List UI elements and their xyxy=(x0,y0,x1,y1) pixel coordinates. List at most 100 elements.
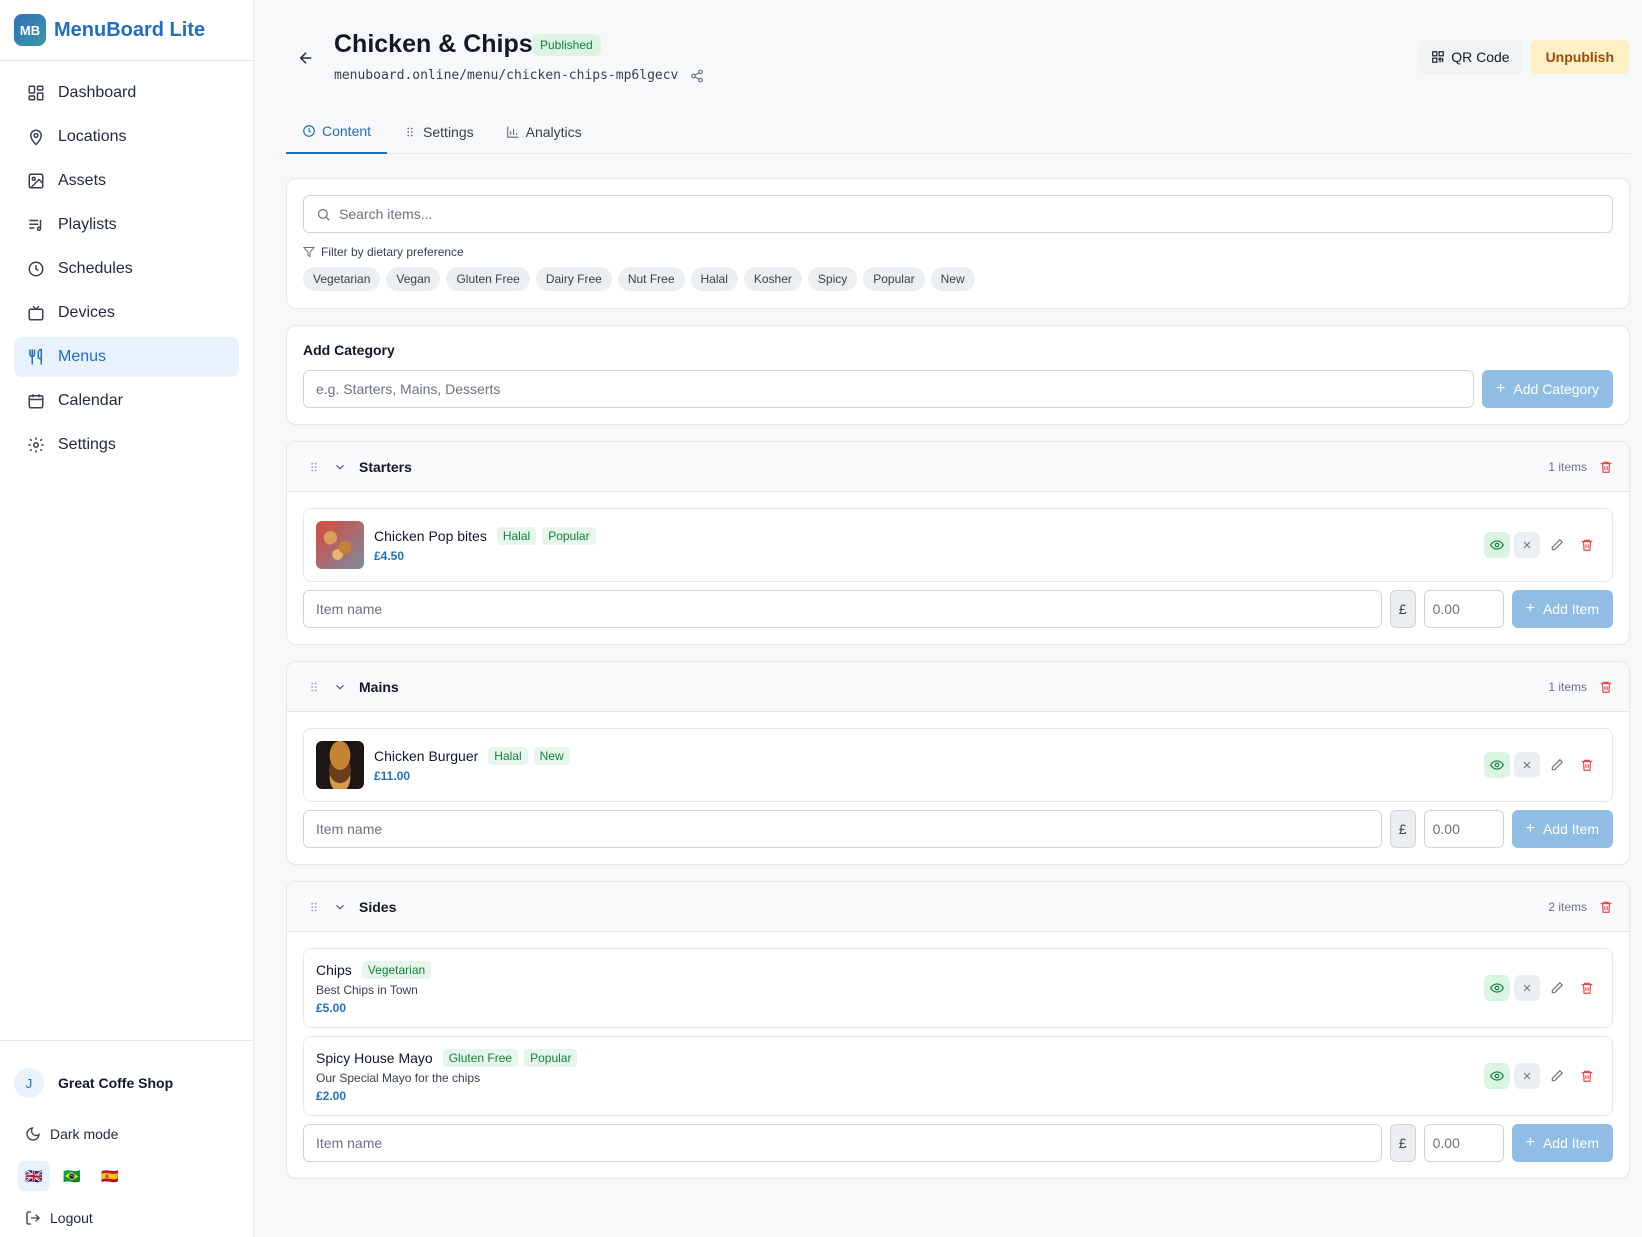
category-mains: Mains 1 items Chicken Burguer Halal New … xyxy=(286,661,1630,865)
logout-button[interactable]: Logout xyxy=(14,1197,239,1237)
delete-item-icon[interactable] xyxy=(1574,532,1600,558)
item-name-input[interactable] xyxy=(303,590,1382,628)
language-pt-button[interactable]: 🇧🇷 xyxy=(56,1161,88,1191)
chip-spicy[interactable]: Spicy xyxy=(807,267,858,291)
status-badge: Published xyxy=(532,34,601,56)
search-input[interactable] xyxy=(339,206,1612,222)
add-category-title: Add Category xyxy=(303,342,395,358)
sidebar-item-menus[interactable]: Menus xyxy=(14,337,239,377)
drag-handle-icon[interactable] xyxy=(307,460,321,474)
item-price-input[interactable] xyxy=(1423,1124,1504,1162)
item-name: Chicken Pop bites xyxy=(374,528,487,544)
tab-content[interactable]: Content xyxy=(286,110,388,154)
edit-icon[interactable] xyxy=(1544,975,1570,1001)
category-name: Starters xyxy=(359,458,412,475)
sidebar-item-label: Assets xyxy=(58,172,107,189)
sidebar-item-settings[interactable]: Settings xyxy=(14,425,239,465)
sidebar-item-dashboard[interactable]: Dashboard xyxy=(14,73,239,113)
unpublish-button[interactable]: Unpublish xyxy=(1529,40,1630,74)
grip-icon xyxy=(403,125,417,139)
delete-item-icon[interactable] xyxy=(1574,752,1600,778)
chip-popular[interactable]: Popular xyxy=(863,267,925,291)
brand-name: MenuBoard Lite xyxy=(54,18,206,41)
sidebar-item-locations[interactable]: Locations xyxy=(14,117,239,157)
item-price-input[interactable] xyxy=(1423,590,1504,628)
mark-unavailable-icon[interactable] xyxy=(1514,975,1540,1001)
visibility-toggle-icon[interactable] xyxy=(1484,532,1510,558)
mark-unavailable-icon[interactable] xyxy=(1514,1063,1540,1089)
drag-handle-icon[interactable] xyxy=(307,680,321,694)
sidebar-item-calendar[interactable]: Calendar xyxy=(14,381,239,421)
menu-item[interactable]: Chicken Pop bites Halal Popular £4.50 xyxy=(303,508,1613,582)
brand[interactable]: MB MenuBoard Lite xyxy=(0,0,253,61)
chip-new[interactable]: New xyxy=(930,267,975,291)
currency-label: £ xyxy=(1389,1124,1416,1162)
delete-item-icon[interactable] xyxy=(1574,975,1600,1001)
chevron-down-icon[interactable] xyxy=(333,460,347,474)
chip-halal[interactable]: Halal xyxy=(690,267,738,291)
share-icon[interactable] xyxy=(690,69,704,83)
sidebar-item-assets[interactable]: Assets xyxy=(14,161,239,201)
add-category-button[interactable]: + Add Category xyxy=(1482,370,1613,408)
drag-handle-icon[interactable] xyxy=(307,900,321,914)
visibility-toggle-icon[interactable] xyxy=(1484,975,1510,1001)
language-en-button[interactable]: 🇬🇧 xyxy=(18,1161,50,1191)
qr-code-button[interactable]: QR Code xyxy=(1419,40,1522,74)
visibility-toggle-icon[interactable] xyxy=(1484,752,1510,778)
category-sides: Sides 2 items Chips Vegetarian Best Chip… xyxy=(286,881,1630,1179)
back-button[interactable] xyxy=(294,46,318,70)
add-item-button[interactable]: + Add Item xyxy=(1511,810,1613,848)
edit-icon[interactable] xyxy=(1544,1063,1570,1089)
chip-nut-free[interactable]: Nut Free xyxy=(617,267,685,291)
moon-icon xyxy=(24,1125,42,1143)
delete-item-icon[interactable] xyxy=(1574,1063,1600,1089)
dark-mode-toggle[interactable]: Dark mode xyxy=(14,1113,239,1155)
menu-item[interactable]: Chicken Burguer Halal New £11.00 xyxy=(303,728,1613,802)
language-es-button[interactable]: 🇪🇸 xyxy=(94,1161,126,1191)
item-description: Our Special Mayo for the chips xyxy=(316,1071,481,1085)
utensils-icon xyxy=(26,347,46,367)
add-item-button[interactable]: + Add Item xyxy=(1511,1124,1613,1162)
edit-icon[interactable] xyxy=(1544,532,1570,558)
chip-vegetarian[interactable]: Vegetarian xyxy=(303,267,381,291)
menu-item[interactable]: Chips Vegetarian Best Chips in Town £5.0… xyxy=(303,948,1613,1028)
category-body: Chicken Burguer Halal New £11.00 Item na… xyxy=(287,712,1629,864)
delete-category-icon[interactable] xyxy=(1599,460,1613,474)
category-name-input[interactable] xyxy=(303,370,1475,408)
sidebar-item-devices[interactable]: Devices xyxy=(14,293,239,333)
user-name: Great Coffe Shop xyxy=(58,1075,174,1091)
item-name-input[interactable] xyxy=(303,1124,1382,1162)
sidebar-item-schedules[interactable]: Schedules xyxy=(14,249,239,289)
menu-item[interactable]: Spicy House Mayo Gluten Free Popular Our… xyxy=(303,1036,1613,1116)
item-name-input[interactable] xyxy=(303,810,1382,848)
category-body: Chicken Pop bites Halal Popular £4.50 It… xyxy=(287,492,1629,644)
sidebar-item-label: Menus xyxy=(58,348,107,365)
chip-vegan[interactable]: Vegan xyxy=(386,267,441,291)
delete-category-icon[interactable] xyxy=(1599,900,1613,914)
item-actions xyxy=(1484,532,1600,558)
visibility-toggle-icon[interactable] xyxy=(1484,1063,1510,1089)
add-item-button[interactable]: + Add Item xyxy=(1511,590,1613,628)
sidebar: MB MenuBoard Lite Dashboard Locations As… xyxy=(0,0,254,1237)
item-tag: Vegetarian xyxy=(361,961,432,979)
mark-unavailable-icon[interactable] xyxy=(1514,532,1540,558)
edit-icon[interactable] xyxy=(1544,752,1570,778)
tab-analytics[interactable]: Analytics xyxy=(490,110,598,154)
sidebar-item-playlists[interactable]: Playlists xyxy=(14,205,239,245)
item-tag: Popular xyxy=(542,527,596,545)
menu-url-text[interactable]: menuboard.online/menu/chicken-chips-mp6l… xyxy=(334,68,678,83)
plus-icon: + xyxy=(1525,600,1535,617)
calendar-icon xyxy=(26,391,46,411)
chip-dairy-free[interactable]: Dairy Free xyxy=(535,267,612,291)
chip-kosher[interactable]: Kosher xyxy=(743,267,802,291)
item-tag: Popular xyxy=(524,1049,578,1067)
chevron-down-icon[interactable] xyxy=(333,900,347,914)
delete-category-icon[interactable] xyxy=(1599,680,1613,694)
mark-unavailable-icon[interactable] xyxy=(1514,752,1540,778)
user-profile[interactable]: J Great Coffe Shop xyxy=(14,1053,239,1113)
chip-gluten-free[interactable]: Gluten Free xyxy=(446,267,530,291)
chevron-down-icon[interactable] xyxy=(333,680,347,694)
tab-settings[interactable]: Settings xyxy=(387,110,490,154)
item-price-input[interactable] xyxy=(1423,810,1504,848)
item-name: Spicy House Mayo xyxy=(316,1050,433,1066)
